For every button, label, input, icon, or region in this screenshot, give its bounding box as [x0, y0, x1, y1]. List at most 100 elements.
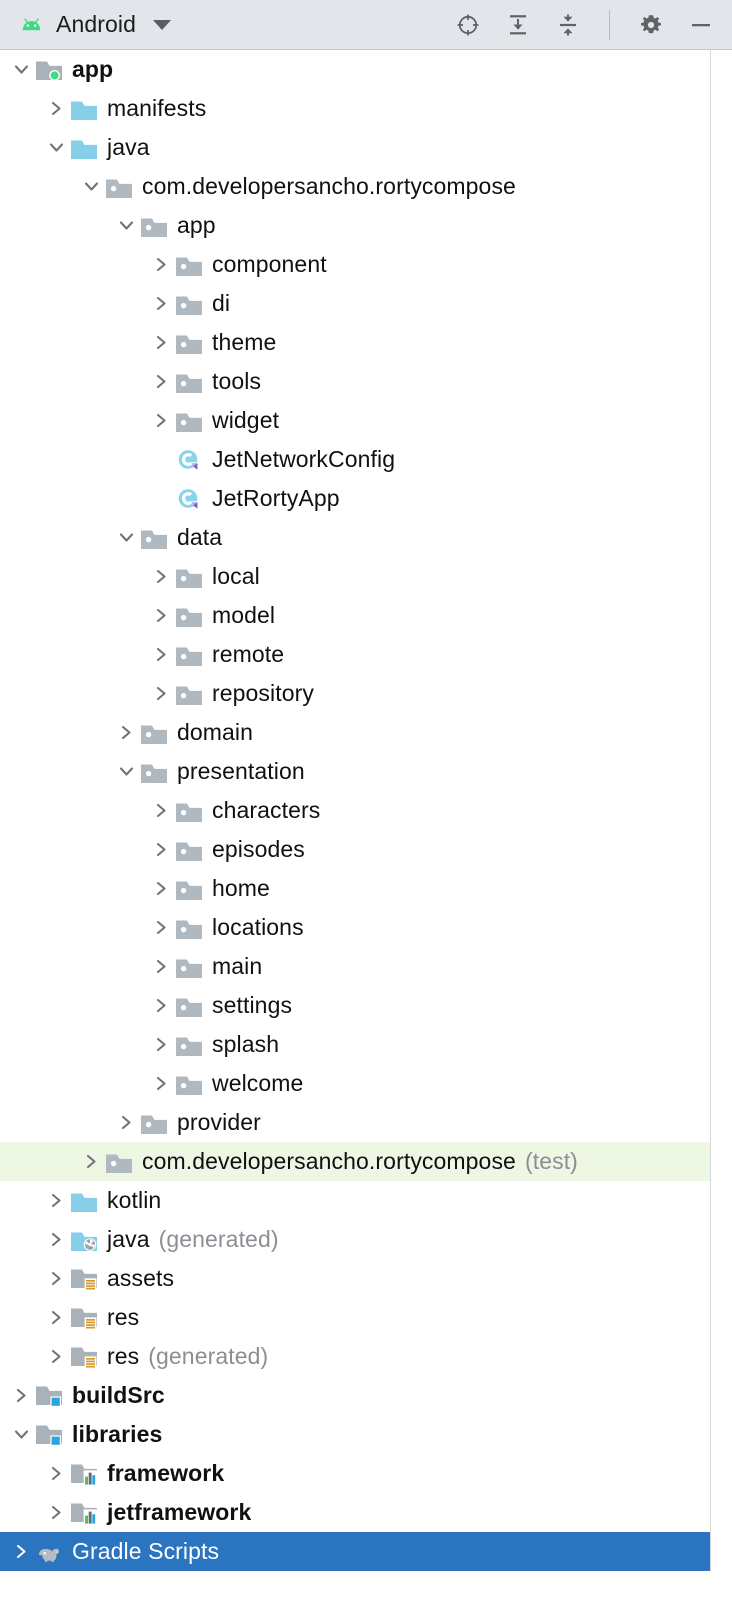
hide-minimize-icon[interactable]: [688, 12, 714, 38]
tree-row[interactable]: java: [0, 128, 710, 167]
tree-row[interactable]: assets: [0, 1259, 710, 1298]
tree-row-label: widget: [212, 407, 280, 433]
tree-row[interactable]: episodes: [0, 830, 710, 869]
chevron-right-icon[interactable]: [111, 1103, 141, 1142]
tree-row[interactable]: local: [0, 557, 710, 596]
chevron-right-icon[interactable]: [146, 362, 176, 401]
chevron-down-icon[interactable]: [111, 206, 141, 245]
tree-row[interactable]: widget: [0, 401, 710, 440]
chevron-right-icon[interactable]: [41, 1493, 71, 1532]
chevron-right-icon[interactable]: [146, 401, 176, 440]
chevron-right-icon[interactable]: [41, 1181, 71, 1220]
chevron-right-icon[interactable]: [41, 1220, 71, 1259]
android-robot-icon: [18, 16, 45, 34]
tree-row[interactable]: data: [0, 518, 710, 557]
chevron-right-icon[interactable]: [146, 986, 176, 1025]
tree-row[interactable]: res: [0, 1298, 710, 1337]
tree-row[interactable]: presentation: [0, 752, 710, 791]
tree-row[interactable]: app: [0, 206, 710, 245]
tree-row[interactable]: di: [0, 284, 710, 323]
chevron-right-icon[interactable]: [41, 1259, 71, 1298]
folder-resource-icon: [71, 1298, 101, 1337]
toolbar-actions: [455, 9, 714, 40]
tree-row[interactable]: com.developersancho.rortycompose: [0, 167, 710, 206]
chevron-right-icon[interactable]: [41, 1298, 71, 1337]
select-opened-file-icon[interactable]: [455, 12, 481, 38]
tree-row[interactable]: libraries: [0, 1415, 710, 1454]
tree-row[interactable]: res (generated): [0, 1337, 710, 1376]
tree-row-label: kotlin: [107, 1187, 162, 1213]
tree-row[interactable]: model: [0, 596, 710, 635]
tree-row[interactable]: locations: [0, 908, 710, 947]
chevron-down-icon[interactable]: [41, 128, 71, 167]
tree-row-label: provider: [177, 1109, 261, 1135]
tree-row[interactable]: JetRortyApp: [0, 479, 710, 518]
package-folder-icon: [176, 791, 206, 830]
tree-row[interactable]: settings: [0, 986, 710, 1025]
tree-row[interactable]: remote: [0, 635, 710, 674]
tree-row[interactable]: theme: [0, 323, 710, 362]
chevron-right-icon[interactable]: [41, 1454, 71, 1493]
tree-row[interactable]: com.developersancho.rortycompose (test): [0, 1142, 710, 1181]
tree-row[interactable]: Gradle Scripts: [0, 1532, 710, 1571]
chevron-right-icon[interactable]: [146, 1025, 176, 1064]
chevron-down-icon[interactable]: [6, 1415, 36, 1454]
chevron-right-icon[interactable]: [76, 1142, 106, 1181]
tree-row[interactable]: main: [0, 947, 710, 986]
collapse-all-icon[interactable]: [555, 12, 581, 38]
tree-row[interactable]: manifests: [0, 89, 710, 128]
tree-row[interactable]: characters: [0, 791, 710, 830]
chevron-down-icon[interactable]: [111, 752, 141, 791]
tree-row-label: model: [212, 602, 276, 628]
tree-row-label: framework: [107, 1460, 225, 1486]
settings-gear-icon[interactable]: [638, 12, 664, 38]
tree-row-label: component: [212, 251, 327, 277]
tree-row[interactable]: splash: [0, 1025, 710, 1064]
chevron-right-icon[interactable]: [111, 713, 141, 752]
tree-row[interactable]: home: [0, 869, 710, 908]
tree-row[interactable]: JetNetworkConfig: [0, 440, 710, 479]
chevron-right-icon[interactable]: [146, 557, 176, 596]
tree-row-suffix: (generated): [148, 1343, 269, 1369]
tree-row[interactable]: welcome: [0, 1064, 710, 1103]
tree-row[interactable]: kotlin: [0, 1181, 710, 1220]
tree-row[interactable]: component: [0, 245, 710, 284]
tree-row[interactable]: app: [0, 50, 710, 89]
chevron-down-icon[interactable]: [76, 167, 106, 206]
chevron-right-icon[interactable]: [146, 674, 176, 713]
expand-all-icon[interactable]: [505, 12, 531, 38]
chevron-right-icon[interactable]: [41, 89, 71, 128]
project-tree[interactable]: app manifests java com.developersancho.rort…: [0, 50, 711, 1571]
tree-row[interactable]: jetframework: [0, 1493, 710, 1532]
chevron-down-icon[interactable]: [6, 50, 36, 89]
tree-row[interactable]: buildSrc: [0, 1376, 710, 1415]
view-selector[interactable]: Android: [18, 11, 171, 38]
tree-row[interactable]: domain: [0, 713, 710, 752]
tree-row[interactable]: provider: [0, 1103, 710, 1142]
chevron-right-icon[interactable]: [6, 1532, 36, 1571]
package-folder-icon: [141, 752, 171, 791]
chevron-right-icon[interactable]: [146, 245, 176, 284]
package-folder-icon: [176, 947, 206, 986]
chevron-right-icon[interactable]: [6, 1376, 36, 1415]
chevron-right-icon[interactable]: [146, 284, 176, 323]
chevron-right-icon[interactable]: [146, 869, 176, 908]
folder-blue-icon: [71, 89, 101, 128]
chevron-right-icon[interactable]: [41, 1337, 71, 1376]
chevron-right-icon[interactable]: [146, 596, 176, 635]
chevron-right-icon[interactable]: [146, 947, 176, 986]
chevron-down-icon[interactable]: [152, 19, 171, 30]
package-folder-icon: [141, 206, 171, 245]
tree-row[interactable]: framework: [0, 1454, 710, 1493]
chevron-right-icon[interactable]: [146, 1064, 176, 1103]
chevron-right-icon[interactable]: [146, 323, 176, 362]
chevron-right-icon[interactable]: [146, 791, 176, 830]
package-folder-icon: [176, 245, 206, 284]
chevron-right-icon[interactable]: [146, 635, 176, 674]
tree-row[interactable]: tools: [0, 362, 710, 401]
tree-row[interactable]: repository: [0, 674, 710, 713]
chevron-right-icon[interactable]: [146, 830, 176, 869]
tree-row[interactable]: java (generated): [0, 1220, 710, 1259]
chevron-down-icon[interactable]: [111, 518, 141, 557]
chevron-right-icon[interactable]: [146, 908, 176, 947]
